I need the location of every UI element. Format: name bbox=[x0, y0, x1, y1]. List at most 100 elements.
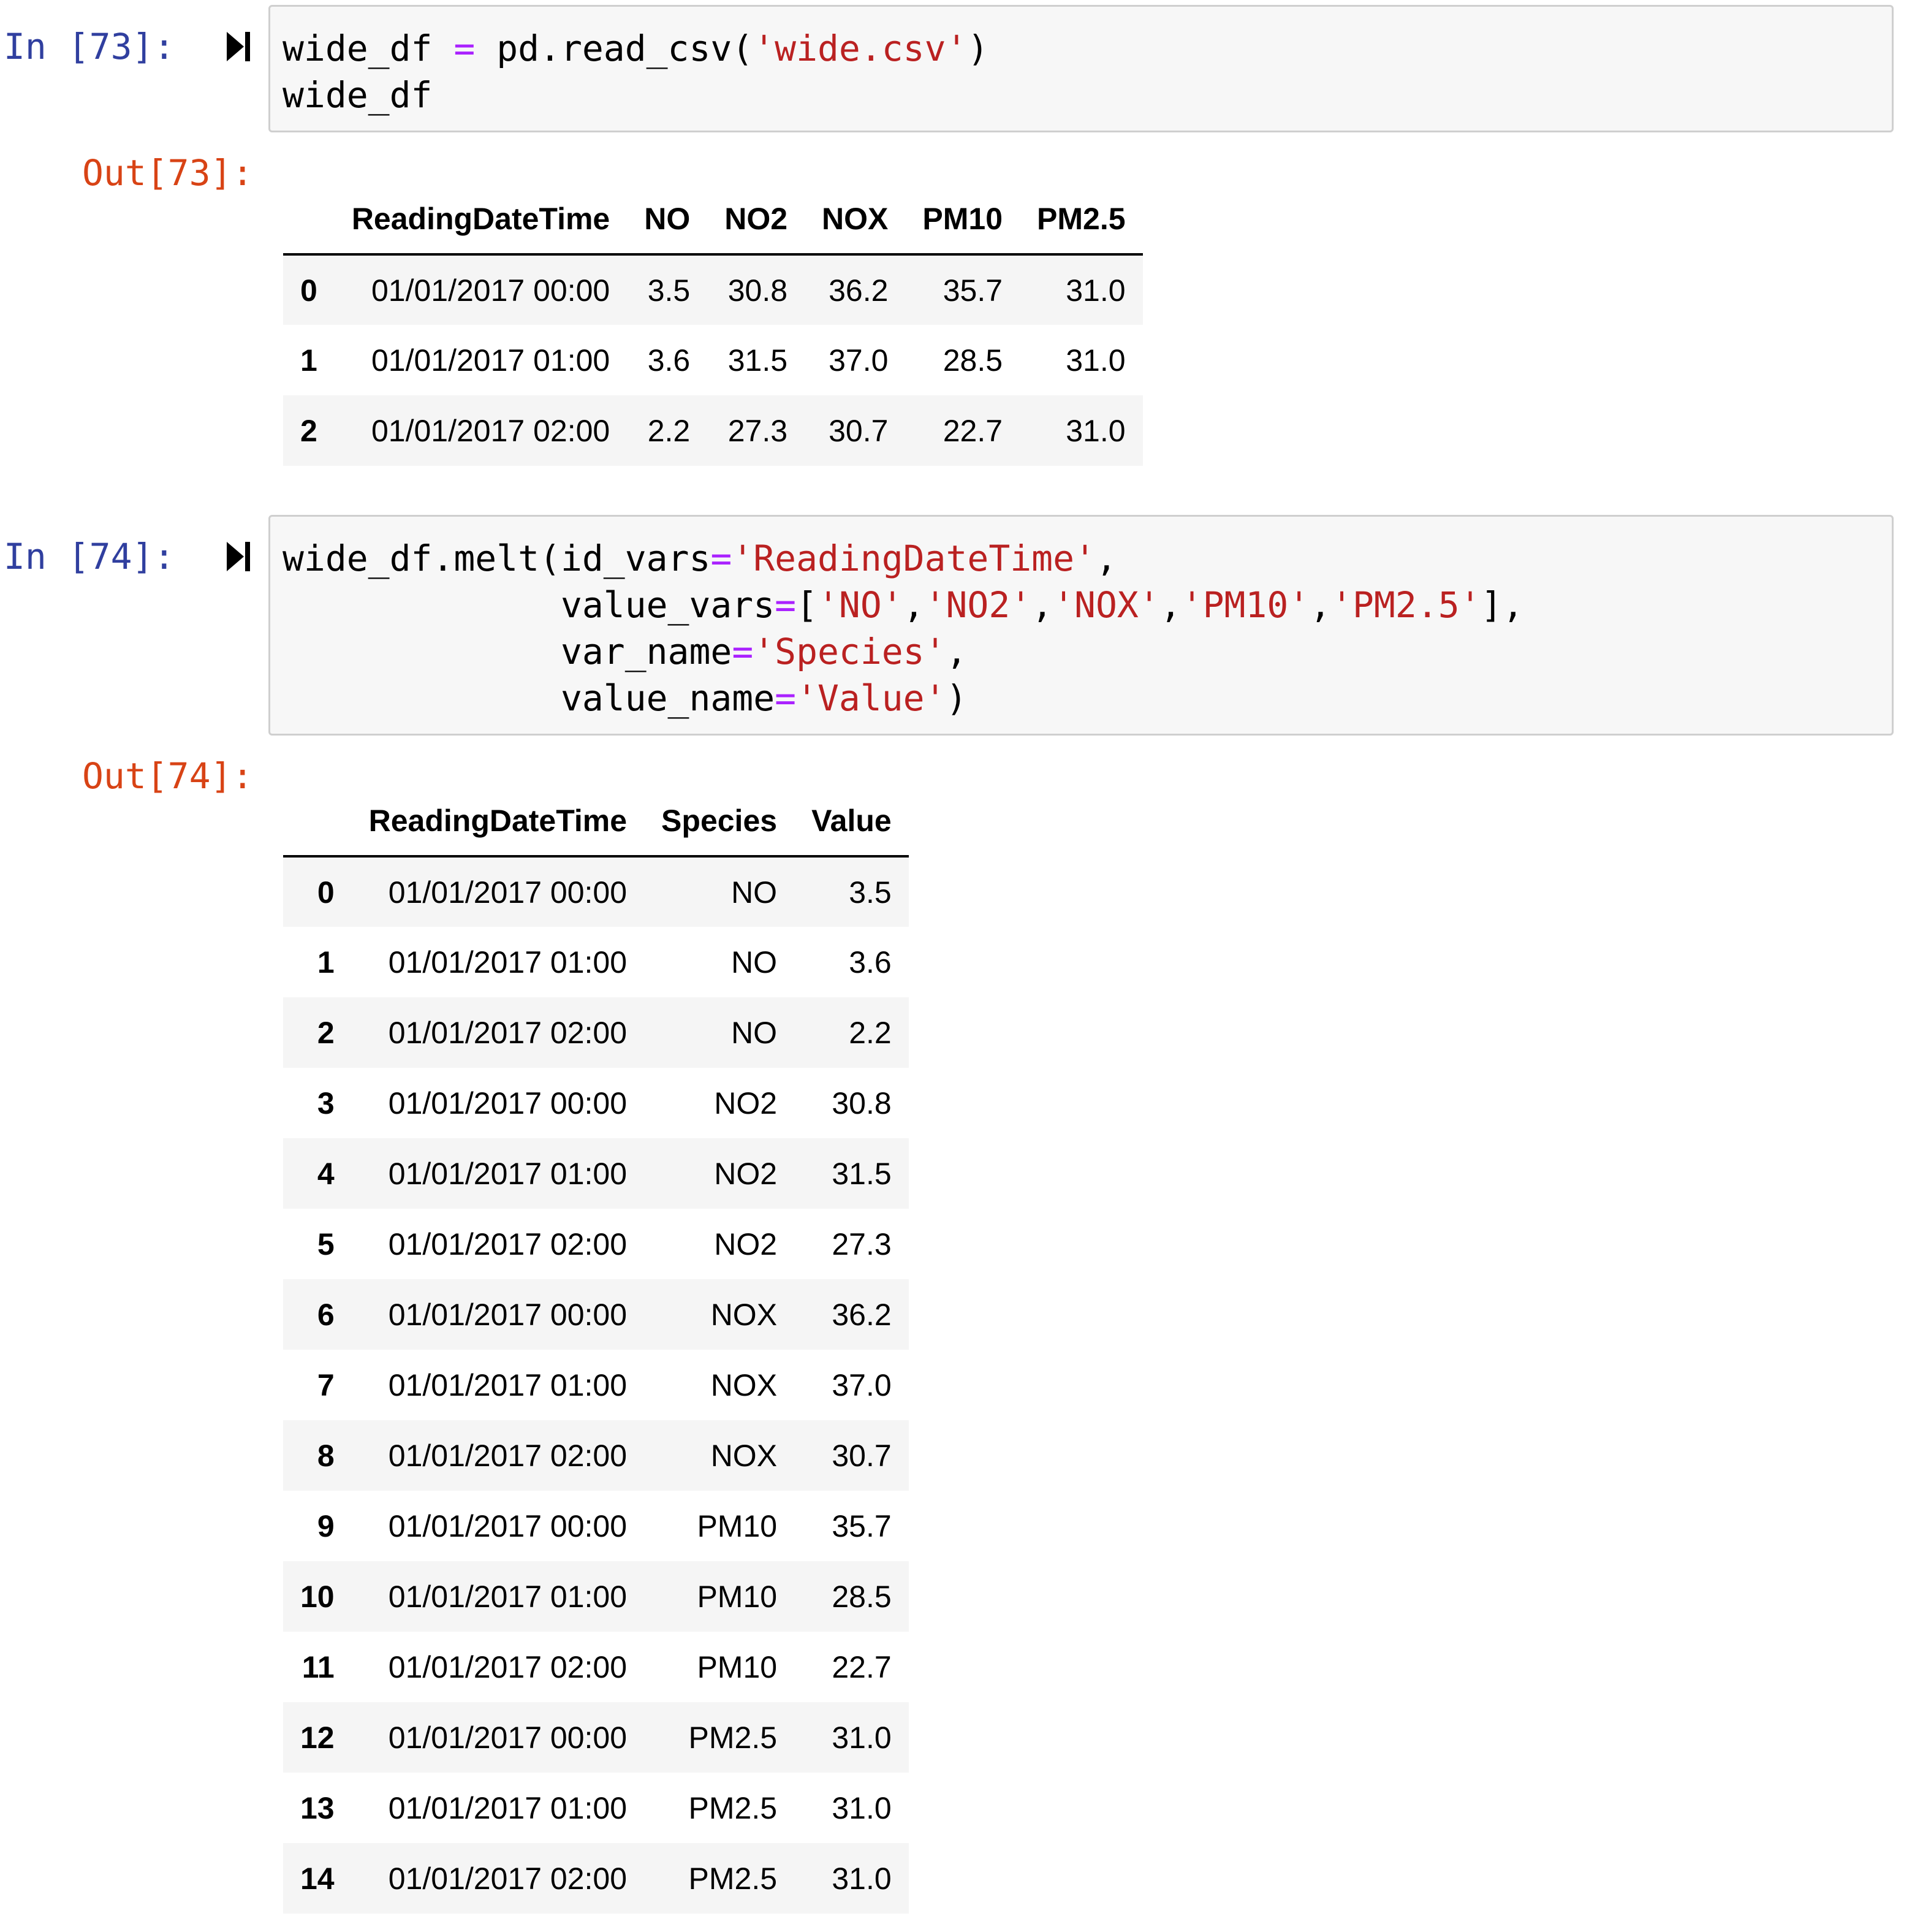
in-prompt-74: In [74]: bbox=[4, 536, 175, 577]
code-line: value_name='Value') bbox=[283, 675, 1523, 721]
table-cell: 2.2 bbox=[849, 1015, 892, 1050]
code-cell-74[interactable]: wide_df.melt(id_vars='ReadingDateTime', … bbox=[268, 515, 1894, 736]
row-index: 4 bbox=[317, 1156, 335, 1191]
code-token: ) bbox=[967, 28, 989, 69]
code-token: wide_df bbox=[283, 28, 454, 69]
table-cell: 3.6 bbox=[647, 343, 691, 378]
code-operator-token: = bbox=[453, 28, 476, 69]
table-cell: 37.0 bbox=[832, 1367, 892, 1402]
row-index: 6 bbox=[317, 1297, 335, 1332]
table-row: 0 01/01/2017 00:00 3.5 30.8 36.2 35.7 31.0 bbox=[283, 254, 1143, 325]
code-token: , bbox=[946, 631, 968, 672]
table-cell: 01/01/2017 01:00 bbox=[388, 1156, 628, 1191]
index-header bbox=[283, 184, 335, 256]
table-row: 6 01/01/2017 00:00 NOX 36.2 bbox=[283, 1279, 909, 1350]
column-header: Species bbox=[644, 786, 795, 858]
table-cell: 2.2 bbox=[647, 413, 691, 448]
row-index: 14 bbox=[300, 1861, 335, 1896]
table-cell: 01/01/2017 00:00 bbox=[388, 1720, 628, 1755]
table-cell: NO2 bbox=[714, 1086, 778, 1120]
table-cell: NO bbox=[731, 875, 778, 910]
table-cell: 01/01/2017 01:00 bbox=[388, 1790, 628, 1825]
table-header-row: ReadingDateTime NO NO2 NOX PM10 PM2.5 bbox=[283, 184, 1143, 256]
code-token: var_name bbox=[283, 631, 732, 672]
code-token: wide_df.melt(id_vars bbox=[283, 538, 711, 579]
table-cell: 01/01/2017 01:00 bbox=[388, 1579, 628, 1614]
table-cell: 31.5 bbox=[727, 343, 788, 378]
code-string-token: 'NO' bbox=[817, 584, 903, 626]
code-operator-token: = bbox=[732, 631, 754, 672]
code-editor[interactable]: wide_df = pd.read_csv('wide.csv') wide_df bbox=[283, 25, 988, 118]
code-token: [ bbox=[796, 584, 818, 626]
table-cell: PM2.5 bbox=[688, 1790, 778, 1825]
row-index: 9 bbox=[317, 1508, 335, 1543]
table-cell: 35.7 bbox=[832, 1508, 892, 1543]
run-cell-icon[interactable] bbox=[226, 29, 252, 64]
code-string-token: 'ReadingDateTime' bbox=[732, 538, 1096, 579]
table-row: 1 01/01/2017 01:00 3.6 31.5 37.0 28.5 31.0 bbox=[283, 325, 1143, 395]
output-area-74: ReadingDateTime Species Value 0 01/01/2017 0… bbox=[283, 786, 909, 1914]
table-cell: 36.2 bbox=[832, 1297, 892, 1332]
code-token: ) bbox=[946, 677, 968, 719]
code-cell-73[interactable]: wide_df = pd.read_csv('wide.csv') wide_df bbox=[268, 5, 1894, 132]
table-cell: PM2.5 bbox=[688, 1720, 778, 1755]
code-token: , bbox=[1031, 584, 1053, 626]
code-operator-token: = bbox=[775, 677, 797, 719]
table-cell: 27.3 bbox=[727, 413, 788, 448]
code-string-token: 'PM2.5' bbox=[1331, 584, 1481, 626]
code-token: , bbox=[1095, 538, 1117, 579]
out-prompt-74: Out[74]: bbox=[82, 755, 254, 797]
code-string-token: 'NO2' bbox=[924, 584, 1032, 626]
code-token: value_vars bbox=[283, 584, 775, 626]
dataframe-table: ReadingDateTime Species Value 0 01/01/2017 0… bbox=[283, 786, 909, 1914]
table-cell: NOX bbox=[710, 1297, 778, 1332]
table-cell: 30.7 bbox=[829, 413, 889, 448]
table-cell: 37.0 bbox=[829, 343, 889, 378]
table-cell: PM2.5 bbox=[688, 1861, 778, 1896]
table-cell: 01/01/2017 02:00 bbox=[388, 1861, 628, 1896]
table-cell: PM10 bbox=[697, 1508, 778, 1543]
table-cell: 01/01/2017 01:00 bbox=[388, 945, 628, 979]
table-cell: 30.8 bbox=[727, 273, 788, 308]
code-token: pd.read_csv( bbox=[475, 28, 754, 69]
table-cell: 01/01/2017 02:00 bbox=[388, 1227, 628, 1261]
table-cell: 01/01/2017 00:00 bbox=[388, 875, 628, 910]
code-string-token: 'Value' bbox=[796, 677, 946, 719]
table-cell: 28.5 bbox=[832, 1579, 892, 1614]
row-index: 7 bbox=[317, 1367, 335, 1402]
table-cell: NOX bbox=[710, 1438, 778, 1473]
table-cell: 31.5 bbox=[832, 1156, 892, 1191]
table-cell: 31.0 bbox=[832, 1720, 892, 1755]
table-cell: 30.7 bbox=[832, 1438, 892, 1473]
row-index: 1 bbox=[300, 343, 317, 378]
index-header bbox=[283, 786, 352, 858]
table-cell: NO bbox=[731, 1015, 778, 1050]
code-operator-token: = bbox=[775, 584, 797, 626]
table-cell: 28.5 bbox=[943, 343, 1003, 378]
table-row: 8 01/01/2017 02:00 NOX 30.7 bbox=[283, 1420, 909, 1491]
code-line: wide_df.melt(id_vars='ReadingDateTime', bbox=[283, 535, 1523, 582]
run-cell-icon[interactable] bbox=[226, 539, 252, 574]
code-operator-token: = bbox=[710, 538, 732, 579]
column-header: PM10 bbox=[905, 184, 1020, 256]
table-cell: 31.0 bbox=[832, 1790, 892, 1825]
table-row: 10 01/01/2017 01:00 PM10 28.5 bbox=[283, 1561, 909, 1632]
table-row: 5 01/01/2017 02:00 NO2 27.3 bbox=[283, 1209, 909, 1279]
table-row: 14 01/01/2017 02:00 PM2.5 31.0 bbox=[283, 1843, 909, 1914]
table-row: 9 01/01/2017 00:00 PM10 35.7 bbox=[283, 1491, 909, 1561]
code-line: wide_df = pd.read_csv('wide.csv') bbox=[283, 25, 988, 72]
table-row: 4 01/01/2017 01:00 NO2 31.5 bbox=[283, 1138, 909, 1209]
column-header: NO bbox=[627, 184, 708, 256]
table-cell: 3.6 bbox=[849, 945, 892, 979]
table-cell: PM10 bbox=[697, 1649, 778, 1684]
out-prompt-73: Out[73]: bbox=[82, 152, 254, 194]
table-cell: NO2 bbox=[714, 1227, 778, 1261]
table-cell: 01/01/2017 02:00 bbox=[388, 1438, 628, 1473]
code-editor[interactable]: wide_df.melt(id_vars='ReadingDateTime', … bbox=[283, 535, 1523, 721]
code-token: , bbox=[1310, 584, 1332, 626]
table-cell: 01/01/2017 02:00 bbox=[388, 1649, 628, 1684]
output-area-73: ReadingDateTime NO NO2 NOX PM10 PM2.5 0 01/01/2… bbox=[283, 184, 1143, 466]
dataframe-table: ReadingDateTime NO NO2 NOX PM10 PM2.5 0 01/01/2… bbox=[283, 184, 1143, 466]
column-header: ReadingDateTime bbox=[351, 786, 645, 858]
column-header: NO2 bbox=[707, 184, 805, 256]
